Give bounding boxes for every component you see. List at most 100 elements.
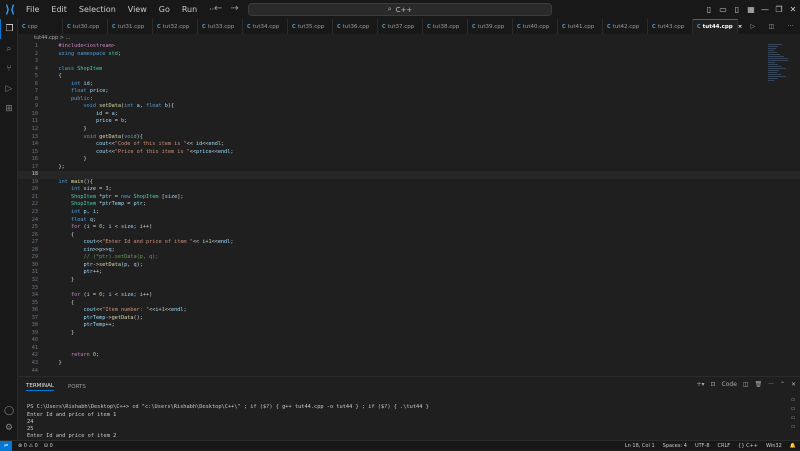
code-line[interactable]: 6 int id; <box>18 81 800 89</box>
code-editor[interactable]: 1 #include<iostream> 2 using namespace st… <box>18 43 800 376</box>
tab-file[interactable]: Ctut40.cpp <box>513 19 558 34</box>
more-actions-icon[interactable]: ··· <box>788 23 794 30</box>
language-mode[interactable]: {} C++ <box>738 443 758 449</box>
source-control-icon[interactable]: ⑂ <box>0 59 18 79</box>
tab-file[interactable]: Ctut39.cpp <box>468 19 513 34</box>
menu-edit[interactable]: Edit <box>45 0 73 19</box>
minimap[interactable] <box>768 43 794 103</box>
forward-arrow-icon[interactable]: → <box>230 3 238 14</box>
tab-file[interactable]: Ctut42.cpp <box>603 19 648 34</box>
code-line[interactable]: 3 <box>18 58 800 66</box>
code-line[interactable]: 35 { <box>18 300 800 308</box>
code-line[interactable]: 34 for (i = 0; i < size; i++) <box>18 292 800 300</box>
code-line[interactable]: 17 }; <box>18 164 800 172</box>
code-line[interactable]: 42 return 0; <box>18 352 800 360</box>
close-panel-icon[interactable]: ✕ <box>791 381 796 388</box>
code-line[interactable]: 25 for (i = 0; i < size; i++) <box>18 224 800 232</box>
tab-file[interactable]: Ctut44.cpp × <box>693 19 742 34</box>
code-line[interactable]: 40 <box>18 337 800 345</box>
problems-status[interactable]: ⊗ 0 ⚠ 0 <box>18 443 38 449</box>
code-line[interactable]: 37 ptrTemp->getData(); <box>18 315 800 323</box>
code-line[interactable]: 24 float q; <box>18 217 800 225</box>
remote-indicator-icon[interactable]: ⇌ <box>0 440 12 451</box>
code-line[interactable]: 11 price = b; <box>18 118 800 126</box>
code-line[interactable]: 2 using namespace std; <box>18 51 800 59</box>
split-editor-icon[interactable]: ◫ <box>769 23 775 30</box>
restore-button[interactable]: ❐ <box>772 5 786 14</box>
tab-file[interactable]: Ctut43.cpp <box>648 19 693 34</box>
tab-file[interactable]: Ctut32.cpp <box>153 19 198 34</box>
code-line[interactable]: 7 float price; <box>18 88 800 96</box>
kill-terminal-icon[interactable]: 🗑 <box>755 381 763 388</box>
code-line[interactable]: 14 cout<<"Code of this item is "<< id<<e… <box>18 141 800 149</box>
code-line[interactable]: 15 cout<<"Price of this item is "<<price… <box>18 149 800 157</box>
terminal-instance-icon[interactable]: ▭ <box>791 415 796 421</box>
code-line[interactable]: 30 ptr->setData(p, q); <box>18 262 800 270</box>
run-file-icon[interactable]: ▷ <box>751 23 756 30</box>
code-line[interactable]: 8 public: <box>18 96 800 104</box>
code-line[interactable]: 20 int size = 3; <box>18 186 800 194</box>
code-line[interactable]: 1 #include<iostream> <box>18 43 800 51</box>
terminal-instance-icon[interactable]: ▭ <box>791 406 796 412</box>
close-tab-icon[interactable]: × <box>738 24 743 30</box>
command-center-search[interactable]: ⌕ C++ <box>248 3 552 16</box>
code-line[interactable]: 44 <box>18 368 800 376</box>
code-line[interactable]: 23 int p, i; <box>18 209 800 217</box>
account-icon[interactable]: ◯ <box>0 406 18 416</box>
menu-selection[interactable]: Selection <box>73 0 122 19</box>
tab-file[interactable]: Ctut31.cpp <box>108 19 153 34</box>
code-line[interactable]: 18 <box>18 171 800 179</box>
customize-layout-icon[interactable]: ▦ <box>744 5 758 14</box>
code-line[interactable]: 31 ptr++; <box>18 269 800 277</box>
code-line[interactable]: 9 void setData(int a, float b){ <box>18 103 800 111</box>
tab-ports[interactable]: PORTS <box>68 384 86 390</box>
tab-file[interactable]: Ctut30.cpp <box>63 19 108 34</box>
code-line[interactable]: 38 ptrTemp++; <box>18 322 800 330</box>
code-line[interactable]: 16 } <box>18 156 800 164</box>
add-terminal-icon[interactable]: +▾ <box>696 381 704 388</box>
menu-file[interactable]: File <box>20 0 45 19</box>
tab-file[interactable]: Ctut38.cpp <box>423 19 468 34</box>
gear-icon[interactable]: ⚙ <box>0 423 18 433</box>
tab-file[interactable]: Ctut37.cpp <box>378 19 423 34</box>
code-line[interactable]: 28 cin>>p>>q; <box>18 247 800 255</box>
code-line[interactable]: 27 cout<<"Enter Id and price of item "<<… <box>18 239 800 247</box>
tab-file[interactable]: Ctut33.cpp <box>198 19 243 34</box>
code-line[interactable]: 5 { <box>18 73 800 81</box>
maximize-panel-icon[interactable]: ⌃ <box>780 381 785 388</box>
tab-terminal[interactable]: TERMINAL <box>26 383 54 391</box>
notifications-icon[interactable]: 🔔 <box>790 443 796 449</box>
explorer-icon[interactable]: ❐ <box>0 19 18 39</box>
encoding[interactable]: UTF-8 <box>695 443 710 449</box>
end-of-line[interactable]: CRLF <box>718 443 731 449</box>
tab-file[interactable]: Ccpp <box>18 19 63 34</box>
indentation[interactable]: Spaces: 4 <box>663 443 687 449</box>
code-line[interactable]: 4 class ShopItem <box>18 66 800 74</box>
toggle-secondary-sidebar-icon[interactable]: ▯ <box>730 5 744 14</box>
split-terminal-icon[interactable]: ◫ <box>743 381 749 388</box>
code-line[interactable]: 21 ShopItem *ptr = new ShopItem [size]; <box>18 194 800 202</box>
menu-go[interactable]: Go <box>153 0 176 19</box>
platform[interactable]: Win32 <box>766 443 782 449</box>
toggle-panel-icon[interactable]: ▭ <box>716 5 730 14</box>
terminal-name[interactable]: Code <box>722 381 737 388</box>
toggle-primary-sidebar-icon[interactable]: ▯ <box>702 5 716 14</box>
tab-file[interactable]: Ctut36.cpp <box>333 19 378 34</box>
code-line[interactable]: 36 cout<<"Item number: "<<i+1<<endl; <box>18 307 800 315</box>
close-window-button[interactable]: ✕ <box>786 5 800 14</box>
menu-run[interactable]: Run <box>176 0 203 19</box>
more-actions-icon[interactable]: ··· <box>768 381 774 388</box>
code-line[interactable]: 19 int main(){ <box>18 179 800 187</box>
breadcrumb[interactable]: tut44.cpp > ... <box>18 34 800 43</box>
code-line[interactable]: 33 <box>18 285 800 293</box>
code-line[interactable]: 12 } <box>18 126 800 134</box>
search-icon[interactable]: ⌕ <box>0 39 18 59</box>
code-line[interactable]: 32 } <box>18 277 800 285</box>
tab-file[interactable]: Ctut34.cpp <box>243 19 288 34</box>
minimize-button[interactable]: — <box>758 5 772 14</box>
code-line[interactable]: 43 } <box>18 360 800 368</box>
code-line[interactable]: 29 // (*ptr).setData(p, q); <box>18 254 800 262</box>
terminal-instance-icon[interactable]: ▭ <box>791 397 796 403</box>
terminal-instance-icon[interactable]: ▭ <box>791 424 796 430</box>
code-line[interactable]: 26 { <box>18 232 800 240</box>
